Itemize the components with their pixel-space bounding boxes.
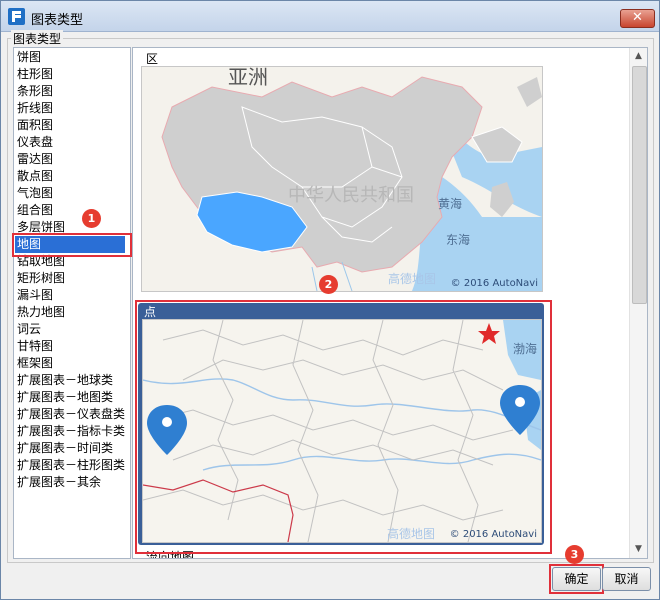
chart-type-item[interactable]: 气泡图 [15, 185, 127, 202]
chart-type-item[interactable]: 扩展图表－地球类 [15, 372, 127, 389]
close-icon: ✕ [632, 10, 643, 25]
cancel-button[interactable]: 取消 [602, 567, 651, 591]
chart-type-item[interactable]: 雷达图 [15, 151, 127, 168]
annotation-badge-1: 1 [82, 209, 101, 228]
chart-type-item[interactable]: 矩形树图 [15, 270, 127, 287]
chart-type-dialog: 图表类型 ✕ 图表类型 饼图 柱形图 条形图 折线图 面积图 仪表盘 雷达图 散点图 气泡图 组合… [0, 0, 660, 600]
region-map-preview[interactable]: 亚洲 中华人民共和国 黄海 东海 高德地图 © 2016 AutoNavi [141, 66, 543, 292]
chart-type-item[interactable]: 漏斗图 [15, 287, 127, 304]
chart-type-item[interactable]: 词云 [15, 321, 127, 338]
title-bar[interactable]: 图表类型 ✕ [1, 1, 659, 32]
scroll-thumb[interactable] [632, 66, 647, 304]
map-label-continent: 亚洲 [228, 66, 268, 89]
ok-button[interactable]: 确定 [552, 567, 601, 591]
map-label-country: 中华人民共和国 [288, 185, 414, 206]
preview-scrollbar[interactable]: ▲ ▼ [629, 48, 647, 558]
chart-type-item[interactable]: 甘特图 [15, 338, 127, 355]
group-legend: 图表类型 [11, 30, 64, 47]
chart-type-item[interactable]: 框架图 [15, 355, 127, 372]
annotation-badge-3: 3 [565, 545, 584, 564]
region-map-graphic [142, 67, 542, 291]
chart-type-item[interactable]: 扩展图表－其余 [15, 474, 127, 491]
point-map-annotation [135, 300, 552, 554]
close-button[interactable]: ✕ [620, 9, 655, 28]
chart-type-item[interactable]: 组合图 [15, 202, 127, 219]
chart-type-item[interactable]: 热力地图 [15, 304, 127, 321]
map-label-sea-1: 黄海 [438, 197, 463, 211]
scroll-up-arrow-icon[interactable]: ▲ [630, 48, 647, 65]
chart-type-item[interactable]: 饼图 [15, 49, 127, 66]
chart-type-item[interactable]: 扩展图表－地图类 [15, 389, 127, 406]
chart-type-item[interactable]: 散点图 [15, 168, 127, 185]
map-attribution: © 2016 AutoNavi [450, 278, 538, 289]
chart-type-item[interactable]: 条形图 [15, 83, 127, 100]
map-provider-logo: 高德地图 [388, 272, 437, 286]
chart-type-item[interactable]: 扩展图表－指标卡类 [15, 423, 127, 440]
chart-type-item[interactable]: 柱形图 [15, 66, 127, 83]
selection-annotation [12, 233, 132, 257]
chart-type-item[interactable]: 面积图 [15, 117, 127, 134]
chart-type-item[interactable]: 仪表盘 [15, 134, 127, 151]
chart-type-list[interactable]: 饼图 柱形图 条形图 折线图 面积图 仪表盘 雷达图 散点图 气泡图 组合图 多层饼图 地图 钻取地图矩… [13, 47, 131, 559]
chart-type-item[interactable]: 扩展图表－仪表盘类 [15, 406, 127, 423]
chart-type-item[interactable]: 扩展图表－柱形图类 [15, 457, 127, 474]
chart-type-item[interactable]: 折线图 [15, 100, 127, 117]
map-label-sea-2: 东海 [446, 233, 471, 247]
annotation-badge-2: 2 [319, 275, 338, 294]
app-logo-icon [8, 8, 25, 25]
chart-type-item[interactable]: 扩展图表－时间类 [15, 440, 127, 457]
scroll-down-arrow-icon[interactable]: ▼ [630, 541, 647, 558]
window-title: 图表类型 [31, 13, 84, 28]
